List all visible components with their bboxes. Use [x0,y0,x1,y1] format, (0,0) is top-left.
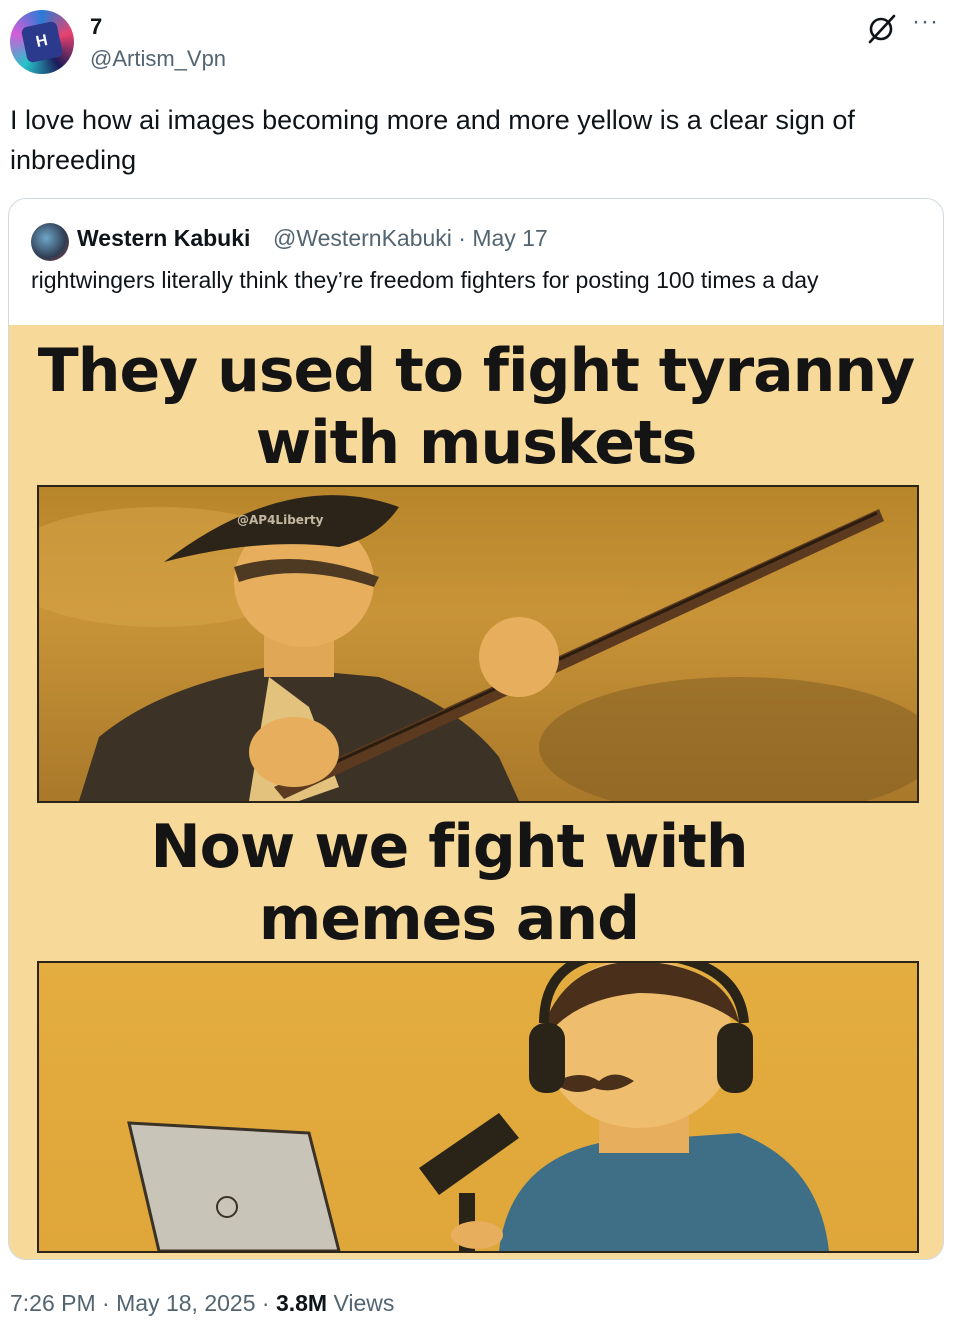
meme-headline-top-line2: with muskets [255,408,698,478]
grok-icon[interactable] [866,12,898,44]
meme-headline-top-line1: They used to fight tyranny [37,336,915,406]
meme-panel-musket: @AP4Liberty [37,485,919,803]
meme-headline-bottom-line1: Now we fight with [150,812,748,882]
quoted-meta: @WesternKabuki · May 17 [273,225,548,251]
meme-panel-podcast [37,961,919,1253]
tweet-date[interactable]: May 18, 2025 [116,1290,255,1316]
views-label: Views [333,1290,395,1316]
more-icon[interactable]: ··· [912,10,939,34]
quoted-display-name[interactable]: Western Kabuki [77,225,250,252]
author-avatar[interactable]: H [10,10,74,74]
avatar-glyph: H [20,20,64,64]
tweet-text: I love how ai images becoming more and m… [10,105,855,175]
tweet-time[interactable]: 7:26 PM [10,1290,96,1316]
musket-illustration [39,495,917,801]
author-handle[interactable]: @Artism_Vpn [90,46,226,72]
quoted-text: rightwingers literally think they’re fre… [31,267,819,293]
meme-watermark: @AP4Liberty [237,513,324,527]
views-count[interactable]: 3.8M [276,1290,327,1316]
quoted-avatar[interactable] [31,223,69,261]
quoted-media-image[interactable]: They used to fight tyranny with muskets … [9,325,943,1259]
quoted-tweet[interactable]: Western Kabuki @WesternKabuki · May 17 r… [8,198,944,1260]
tweet-footer: 7:26 PM · May 18, 2025 · 3.8M Views [10,1290,394,1317]
meme-headline-top: They used to fight tyranny with muskets [9,335,943,479]
author-display-name[interactable]: 7 [90,14,102,40]
footer-separator: · [261,1290,276,1316]
footer-separator: · [102,1290,117,1316]
podcast-illustration [127,963,829,1251]
